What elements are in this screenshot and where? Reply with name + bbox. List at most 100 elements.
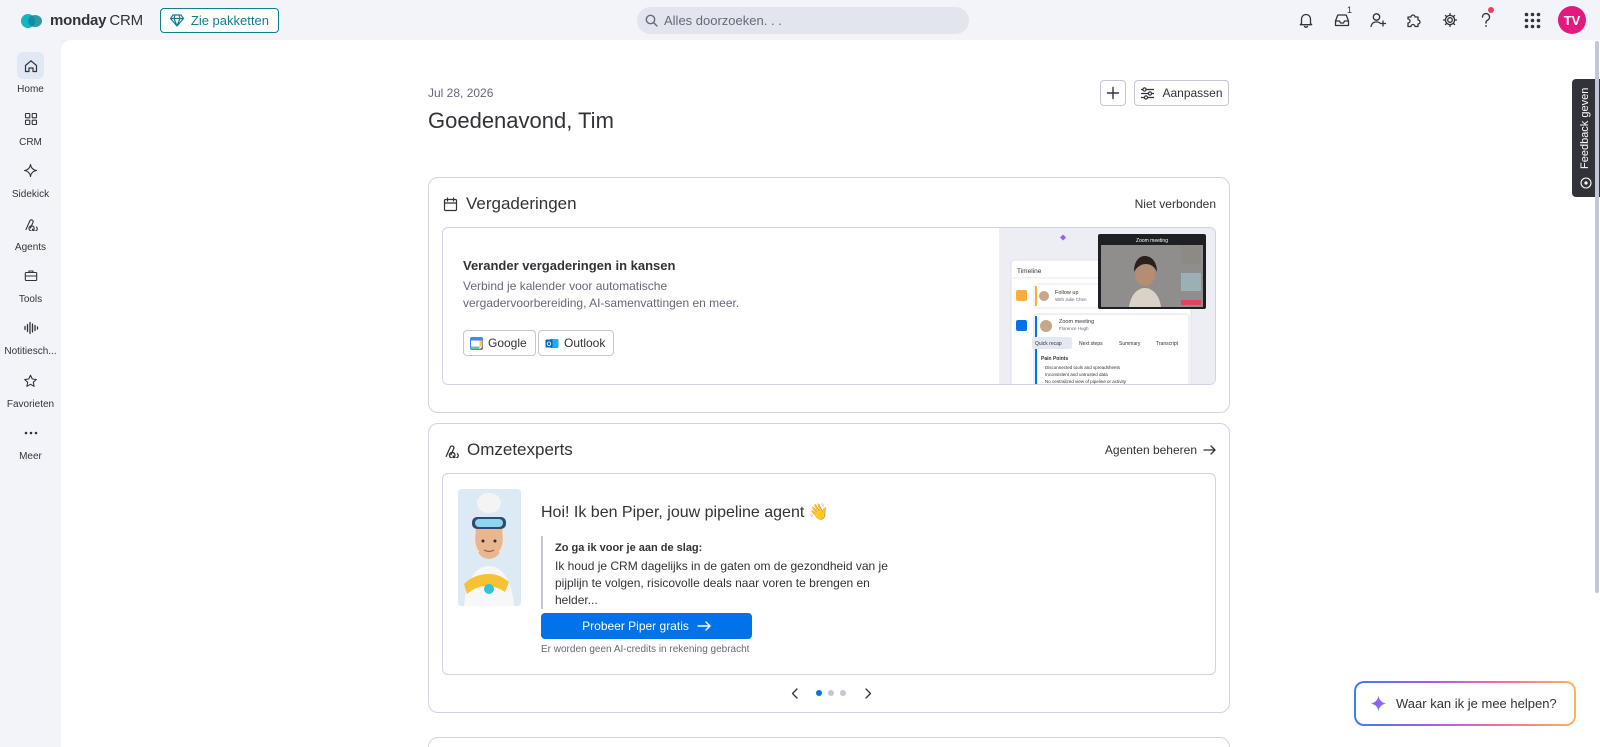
brand-name: monday (50, 11, 107, 29)
carousel-dot-1[interactable] (816, 690, 822, 696)
nav-label-sidekick: Sidekick (11, 189, 50, 200)
agents-icon (17, 210, 44, 237)
apps-grid-icon (1524, 12, 1540, 28)
page-title: Goedenavond, Tim (428, 108, 614, 133)
carousel-prev-button[interactable] (786, 685, 802, 701)
bell-icon (1299, 13, 1313, 28)
experts-title: Omzetexperts (467, 440, 573, 459)
invite-members-button[interactable] (1360, 0, 1396, 40)
agent-promo: Hoi! Ik ben Piper, jouw pipeline agent 👋… (442, 473, 1216, 675)
chevron-right-icon (864, 687, 871, 699)
star-icon (17, 367, 44, 394)
add-widget-button[interactable] (1100, 80, 1126, 106)
preview-tab-1: Quick recap (1035, 341, 1062, 347)
preview-item2-title: Zoom meeting (1059, 319, 1094, 325)
help-button[interactable] (1468, 0, 1504, 40)
calendar-icon (443, 196, 458, 211)
inbox-badge: 1 (1346, 5, 1352, 15)
gear-icon (1442, 12, 1458, 28)
try-piper-button[interactable]: Probeer Piper gratis (541, 613, 752, 639)
nav-item-favorites[interactable]: Favorieten (0, 367, 61, 410)
meeting-preview-image: Timeline Follow up With Julie Chen Zoom … (999, 228, 1215, 384)
revenue-experts-card: Omzetexperts Agenten beheren Hoi! Ik ben… (428, 423, 1230, 713)
preview-pain-title: Pain Points (1041, 356, 1068, 362)
nav-item-sidekick[interactable]: Sidekick (0, 157, 61, 200)
try-piper-label: Probeer Piper gratis (582, 619, 689, 633)
see-plans-button[interactable]: Zie pakketten (159, 7, 279, 33)
nav-item-home[interactable]: Home (0, 52, 61, 95)
google-label: Google (488, 336, 527, 350)
google-calendar-icon (470, 336, 483, 350)
nav-label-crm: CRM (19, 137, 42, 148)
ai-assistant-button[interactable]: Waar kan ik je mee helpen? (1354, 681, 1576, 726)
chevron-left-icon (791, 687, 798, 699)
more-icon (17, 419, 44, 446)
nav-item-tools[interactable]: Tools (0, 262, 61, 305)
preview-pain-2: Inconsistent and untrusted data (1045, 372, 1108, 377)
promo-title: Verander vergaderingen in kansen (463, 258, 676, 273)
nav-label-agents: Agents (14, 242, 47, 253)
inbox-button[interactable]: 1 (1324, 0, 1360, 40)
arrow-right-icon (1203, 445, 1216, 455)
briefcase-icon (17, 262, 44, 289)
preview-video-label: Zoom meeting (1136, 238, 1168, 244)
nav-item-more[interactable]: Meer (0, 419, 61, 462)
agents-icon (445, 444, 459, 458)
preview-timeline-label: Timeline (1017, 268, 1042, 275)
meetings-promo: Verander vergaderingen in kansen Verbind… (442, 227, 1216, 385)
agent-quote-title: Zo ga ik voor je aan de slag: (555, 542, 703, 554)
credits-note: Er worden geen AI-credits in rekening ge… (541, 644, 750, 655)
settings-button[interactable] (1432, 0, 1468, 40)
ai-assistant-label: Waar kan ik je mee helpen? (1396, 696, 1557, 711)
nav-label-tools: Tools (18, 294, 43, 305)
ai-sparkle-icon (1370, 695, 1387, 712)
meetings-title: Vergaderingen (466, 194, 577, 213)
page-scrollbar[interactable] (1595, 41, 1599, 593)
sliders-icon (1141, 86, 1155, 100)
meetings-card: Vergaderingen Niet verbonden Verander ve… (428, 177, 1230, 413)
home-icon (17, 52, 44, 79)
search-input[interactable]: Alles doorzoeken. . . (637, 7, 969, 34)
audio-wave-icon (17, 314, 44, 341)
notifications-button[interactable] (1288, 0, 1324, 40)
plus-icon (1106, 86, 1120, 100)
carousel-dot-3[interactable] (840, 690, 846, 696)
monday-logo[interactable]: monday CRM (21, 12, 143, 29)
nav-item-notetaker[interactable]: Notitiesch... (0, 314, 61, 357)
search-placeholder: Alles doorzoeken. . . (664, 13, 782, 28)
outlook-label: Outlook (564, 336, 606, 350)
nav-item-crm[interactable]: CRM (0, 105, 61, 148)
connect-outlook-button[interactable]: O Outlook (538, 330, 615, 356)
help-notification-dot (1488, 7, 1494, 13)
outlook-icon: O (545, 338, 559, 348)
nav-item-agents[interactable]: Agents (0, 210, 61, 253)
left-navigation: Home CRM Sidekick Agents Tools Notitiesc… (0, 40, 61, 747)
sparkle-icon (17, 157, 44, 184)
next-widget-card (428, 737, 1230, 747)
nav-label-more: Meer (19, 451, 42, 462)
manage-agents-link[interactable]: Agenten beheren (1105, 443, 1216, 457)
meetings-status: Niet verbonden (1134, 197, 1216, 211)
nav-label-notetaker: Notitiesch... (4, 346, 57, 357)
svg-text:O: O (547, 342, 552, 348)
top-bar: monday CRM Zie pakketten Alles doorzoeken… (0, 0, 1600, 40)
puzzle-icon (1407, 14, 1421, 28)
carousel-next-button[interactable] (860, 685, 876, 701)
integrations-button[interactable] (1396, 0, 1432, 40)
monday-logo-icon (21, 12, 43, 28)
feedback-label: Feedback geven (1579, 87, 1591, 169)
connect-google-button[interactable]: Google (463, 330, 536, 356)
brand-product: CRM (109, 11, 143, 29)
preview-pain-3: No centralized view of pipeline or activ… (1045, 379, 1127, 384)
app-switcher-button[interactable] (1514, 0, 1550, 40)
arrow-right-icon (697, 621, 711, 631)
add-user-icon (1369, 13, 1386, 28)
carousel-dot-2[interactable] (828, 690, 834, 696)
customize-button[interactable]: Aanpassen (1134, 80, 1229, 106)
nav-label-home: Home (17, 84, 44, 95)
grid-icon (17, 105, 44, 132)
user-avatar[interactable]: TV (1558, 6, 1586, 34)
meeting-preview-illustration: Timeline Follow up With Julie Chen Zoom … (1010, 234, 1206, 384)
preview-item1-sub: With Julie Chen (1055, 297, 1087, 302)
preview-item2-sub: Florence Hugh (1059, 326, 1089, 331)
